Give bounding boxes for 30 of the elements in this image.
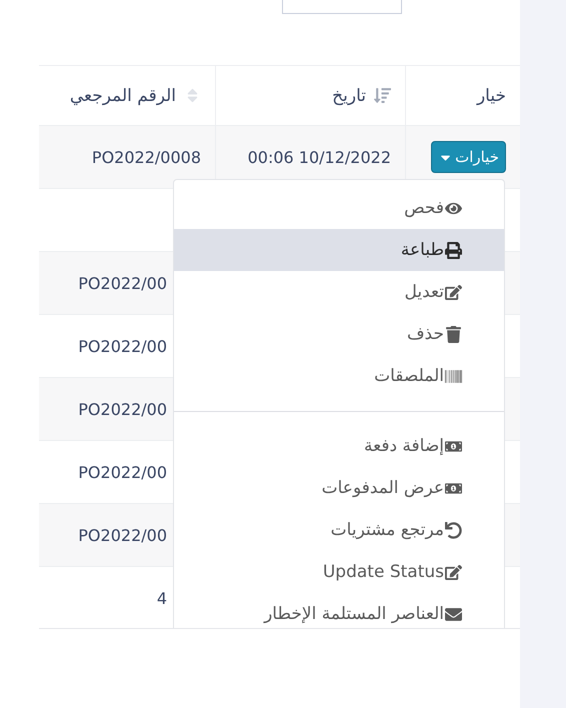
- options-button[interactable]: خيارات: [431, 141, 506, 173]
- menu-item[interactable]: العناصر المستلمة الإخطار: [174, 593, 504, 628]
- edit-icon: [445, 284, 462, 300]
- reference-cell: PO2022/00: [78, 274, 167, 292]
- envelope-icon: [445, 606, 462, 622]
- column-header: الرقم المرجعي: [70, 86, 176, 106]
- undo-icon: [445, 522, 462, 538]
- sort-descending-icon[interactable]: [374, 87, 391, 104]
- printer-icon: [445, 242, 462, 258]
- menu-item[interactable]: فحص: [174, 187, 504, 229]
- reference-cell: PO2022/00: [78, 336, 167, 356]
- menu-item[interactable]: إضافة دفعة: [174, 425, 504, 467]
- reference-cell: PO2022/00: [78, 462, 167, 482]
- barcode-icon: [445, 368, 462, 384]
- column-header: خيار: [476, 86, 506, 106]
- menu-item[interactable]: حذف: [174, 313, 504, 355]
- menu-item[interactable]: مرتجع مشتريات: [174, 509, 504, 551]
- menu-item[interactable]: Update Status: [174, 551, 504, 593]
- menu-item[interactable]: عرض المدفوعات: [174, 467, 504, 509]
- trash-icon: [445, 326, 462, 342]
- menu-item[interactable]: طباعة: [174, 229, 504, 271]
- reference-cell: 4: [156, 588, 167, 608]
- column-header: تاريخ: [332, 86, 366, 106]
- menu-item[interactable]: تعديل: [174, 271, 504, 313]
- edit-icon: [445, 564, 462, 580]
- reference-cell: PO2022/00: [78, 526, 167, 544]
- menu-item[interactable]: الملصقات: [174, 355, 504, 397]
- reference-cell: PO2022/0008: [92, 148, 201, 166]
- date-cell: 00:06 10/12/2022: [248, 148, 391, 166]
- reference-cell: PO2022/00: [78, 400, 167, 418]
